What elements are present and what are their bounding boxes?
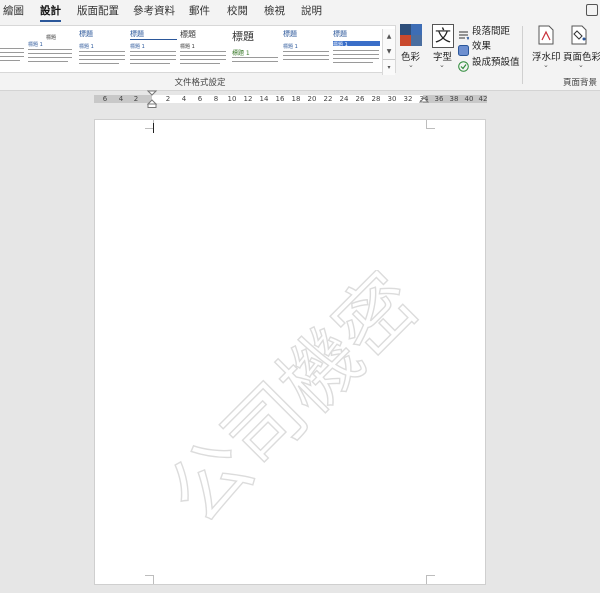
ribbon-tab-bar: 繪圖 設計 版面配置 參考資料 郵件 校閱 檢視 說明 xyxy=(0,0,600,22)
tab-layout[interactable]: 版面配置 xyxy=(77,3,119,19)
font-glyph-icon: 文 xyxy=(432,24,454,48)
style-set-thumb[interactable]: 標題 標題 1 xyxy=(79,28,127,68)
watermark-button[interactable]: 浮水印 ⌄ xyxy=(532,24,561,70)
gallery-more-icon[interactable]: ▾ xyxy=(383,59,395,75)
chevron-down-icon: ⌄ xyxy=(578,61,584,69)
right-indent-marker[interactable] xyxy=(419,97,429,107)
style-set-thumb[interactable]: 標題 標題 1 xyxy=(28,28,76,68)
watermark-text-graphic: 公司機密 xyxy=(151,270,437,520)
ruler-text-area xyxy=(152,95,423,103)
effects-icon xyxy=(458,41,469,56)
gallery-scroll-down-icon[interactable]: ▼ xyxy=(383,44,395,59)
page-background-group-label: 頁面背景 xyxy=(563,78,598,88)
group-separator xyxy=(522,26,523,84)
fonts-button[interactable]: 文 字型 ⌄ xyxy=(432,24,456,70)
style-set-thumb[interactable]: 標題 標題 1 xyxy=(283,28,331,68)
margin-corner-mark xyxy=(426,120,435,129)
paint-bucket-icon xyxy=(571,25,587,45)
tab-design[interactable]: 設計 xyxy=(40,3,61,22)
tab-draw[interactable]: 繪圖 xyxy=(3,3,24,19)
page-color-button[interactable]: 頁面色彩 ⌄ xyxy=(563,24,600,70)
style-set-thumb[interactable]: 標題 標題 1 xyxy=(130,28,178,68)
tab-mailings[interactable]: 郵件 xyxy=(189,3,210,19)
style-set-thumb[interactable]: 標題 標題 1 xyxy=(180,28,228,68)
chevron-down-icon: ⌄ xyxy=(543,61,549,69)
margin-corner-mark xyxy=(426,575,435,584)
color-palette-icon xyxy=(400,24,422,46)
paragraph-spacing-icon xyxy=(458,26,470,41)
tab-references[interactable]: 參考資料 xyxy=(133,3,175,19)
comments-icon[interactable] xyxy=(586,4,598,16)
style-set-thumb[interactable] xyxy=(0,28,26,68)
checkmark-circle-icon xyxy=(458,57,469,72)
first-line-indent-marker[interactable] xyxy=(147,90,157,108)
margin-corner-mark xyxy=(145,575,154,584)
style-set-thumb[interactable]: 標題 標題 1 xyxy=(333,28,381,68)
tab-help[interactable]: 說明 xyxy=(301,3,322,19)
horizontal-ruler[interactable]: 6 4 2 2 4 6 8 10 12 14 16 18 20 22 24 26… xyxy=(94,90,487,108)
watermark-text: 公司機密 xyxy=(152,270,436,520)
watermark-icon xyxy=(538,25,554,45)
gallery-scroll-up-icon[interactable]: ▲ xyxy=(383,29,395,44)
text-cursor xyxy=(153,123,154,133)
style-set-gallery: 標題 標題 1 標題 標題 1 標題 標題 1 標題 標題 1 標題 標題 1 … xyxy=(0,25,396,75)
gallery-scrollbar: ▲ ▼ ▾ xyxy=(382,29,395,75)
colors-button[interactable]: 色彩 ⌄ xyxy=(400,24,426,70)
document-page[interactable]: 公司機密 xyxy=(94,119,486,585)
chevron-down-icon: ⌄ xyxy=(408,61,414,69)
tab-review[interactable]: 校閱 xyxy=(227,3,248,19)
style-set-thumb[interactable]: 標題 標題 1 xyxy=(232,28,280,68)
ribbon: 標題 標題 1 標題 標題 1 標題 標題 1 標題 標題 1 標題 標題 1 … xyxy=(0,22,600,91)
tab-view[interactable]: 檢視 xyxy=(264,3,285,19)
document-formatting-group-label: 文件格式設定 xyxy=(174,78,226,88)
chevron-down-icon: ⌄ xyxy=(439,61,445,69)
